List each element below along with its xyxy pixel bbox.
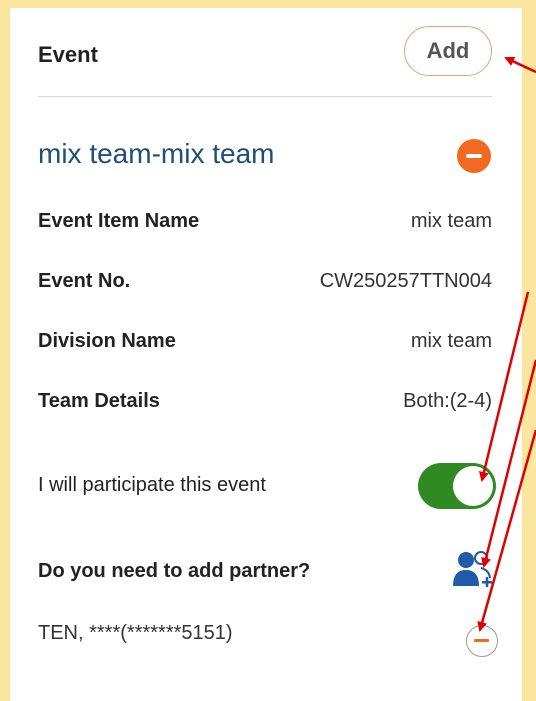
arrow-to-add-button <box>504 56 536 74</box>
arrow-to-partner-icon <box>481 359 536 568</box>
arrow-to-toggle <box>479 291 530 482</box>
arrow-to-remove-partner <box>477 429 536 632</box>
annotation-arrows <box>477 56 536 632</box>
